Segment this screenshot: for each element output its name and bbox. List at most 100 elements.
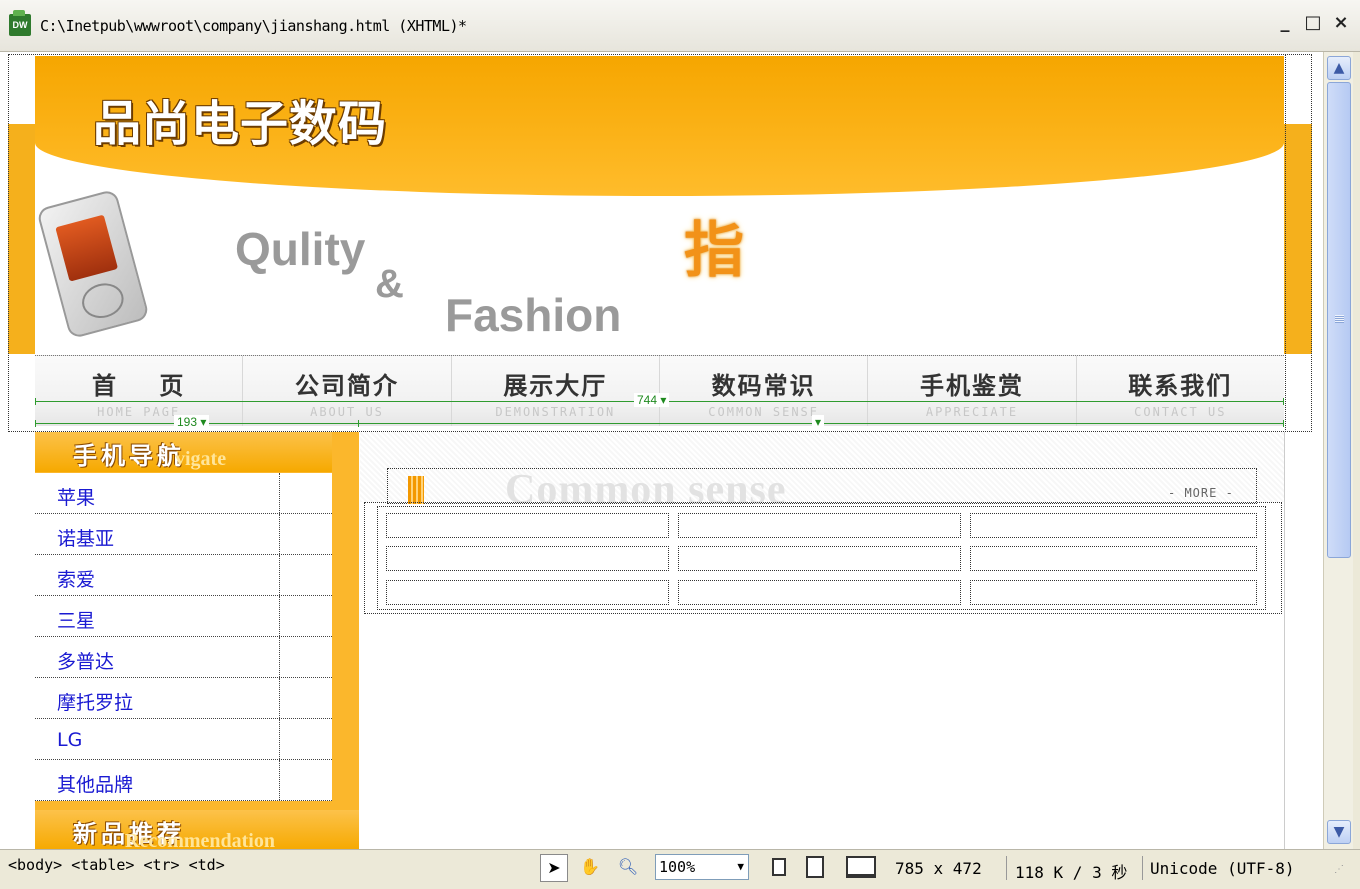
nav-sublabel: DEMONSTRATION: [495, 405, 616, 419]
status-separator: [1006, 856, 1007, 880]
nav-label: 展示大厅: [503, 372, 608, 400]
nav-item-common-sense[interactable]: 数码常识 COMMON SENSE: [660, 356, 869, 426]
list-item: LG: [35, 719, 332, 760]
brand-link-nokia[interactable]: 诺基亚: [57, 524, 114, 551]
site-logo-text: 品尚电子数码: [93, 96, 388, 152]
hand-tool-icon[interactable]: ✋: [576, 854, 604, 882]
slogan-fashion: Fashion: [445, 289, 622, 341]
column-width-guide: [35, 423, 1284, 424]
article-cell[interactable]: [970, 580, 1257, 605]
title-decoration-bars: [408, 476, 424, 504]
list-item: 三星: [35, 596, 332, 637]
table-width-value: 744: [637, 393, 658, 407]
nav-item-demonstration[interactable]: 展示大厅 DEMONSTRATION: [452, 356, 660, 426]
brand-link-lg[interactable]: LG: [57, 729, 82, 751]
small-window-size-icon[interactable]: [772, 858, 786, 876]
download-size-time: 118 K / 3 秒: [1015, 863, 1128, 882]
phone-nav-heading-en: vigate: [175, 448, 227, 470]
banner-accent-character: 指: [684, 216, 744, 286]
resize-grip-icon[interactable]: ⋰: [1334, 864, 1344, 875]
brand-link-other[interactable]: 其他品牌: [57, 770, 133, 797]
zoom-tool-icon[interactable]: 🔍︎: [614, 854, 642, 882]
brand-link-apple[interactable]: 苹果: [57, 483, 95, 510]
phone-nav-heading-cn: 手机导航: [73, 441, 185, 470]
nav-item-about[interactable]: 公司简介 ABOUT US: [243, 356, 452, 426]
monitor-size-icon[interactable]: [846, 856, 876, 878]
guide-tick: [358, 420, 359, 427]
zoom-select[interactable]: 100% ▼: [655, 854, 749, 880]
minimize-button[interactable]: _: [1276, 12, 1294, 34]
column-width-label[interactable]: 193 ▾: [174, 415, 210, 429]
main-nav: 首 页 HOME PAGE 公司简介 ABOUT US 展示大厅 DEMONST…: [35, 355, 1284, 426]
more-link[interactable]: - MORE -: [1168, 486, 1234, 500]
vertical-scrollbar[interactable]: ▲ ▼: [1323, 52, 1353, 849]
guide-tick: [35, 420, 36, 427]
nav-sublabel: COMMON SENSE: [708, 405, 819, 419]
left-column: 手机导航 vigate 苹果 诺基亚 索爱 三星 多普达 摩托罗拉 LG 其他品…: [35, 432, 359, 849]
nav-sublabel: CONTACT US: [1134, 405, 1227, 419]
zoom-value: 100%: [659, 858, 696, 876]
article-cell[interactable]: [678, 513, 961, 538]
slogan-ampersand: &: [375, 262, 404, 306]
brand-link-sony-ericsson[interactable]: 索爱: [57, 565, 95, 592]
tag-selector[interactable]: <body> <table> <tr> <td>: [8, 856, 225, 874]
article-cell[interactable]: [970, 546, 1257, 571]
design-view[interactable]: 品尚电子数码 Qulity & Fashion 指 首 页 HOME PAGE …: [0, 52, 1323, 849]
column-width-menu-icon[interactable]: ▾: [812, 415, 825, 429]
new-products-heading: 新品推荐 Recommendation: [35, 810, 359, 849]
status-separator: [1142, 856, 1143, 880]
maximize-button[interactable]: □: [1304, 12, 1322, 34]
list-item: 摩托罗拉: [35, 678, 332, 719]
table-width-label[interactable]: 744 ▾: [634, 393, 670, 407]
scroll-grip-icon: [1335, 315, 1344, 323]
list-item: 索爱: [35, 555, 332, 596]
dreamweaver-app-icon: DW: [9, 10, 31, 36]
brand-link-samsung[interactable]: 三星: [57, 606, 95, 633]
close-button[interactable]: ×: [1332, 12, 1350, 34]
article-cell[interactable]: [678, 546, 961, 571]
nav-sublabel: APPRECIATE: [925, 405, 1019, 419]
phone-keypad: [78, 278, 128, 323]
select-tool-icon[interactable]: ➤: [540, 854, 568, 882]
window-controls: _ □ ×: [1276, 12, 1350, 34]
nav-label: 联系我们: [1128, 372, 1233, 400]
article-cell[interactable]: [678, 580, 961, 605]
phone-screen: [55, 214, 119, 282]
list-item: 其他品牌: [35, 760, 332, 801]
nav-item-contact[interactable]: 联系我们 CONTACT US: [1077, 356, 1284, 426]
nav-item-appreciate[interactable]: 手机鉴赏 APPRECIATE: [868, 356, 1077, 426]
article-cell[interactable]: [386, 580, 669, 605]
list-item: 多普达: [35, 637, 332, 678]
nav-label: 公司简介: [294, 372, 399, 400]
right-margin-cell: [1285, 54, 1312, 432]
brand-link-dopod[interactable]: 多普达: [57, 647, 114, 674]
scroll-up-icon[interactable]: ▲: [1327, 56, 1351, 80]
phone-nav-heading: 手机导航 vigate: [35, 432, 332, 472]
nav-item-home[interactable]: 首 页 HOME PAGE: [35, 356, 244, 426]
article-cell[interactable]: [386, 546, 669, 571]
document-title-bar: DW C:\Inetpub\wwwroot\company\jianshang.…: [0, 0, 1360, 52]
brand-link-motorola[interactable]: 摩托罗拉: [57, 688, 133, 715]
right-edge-line: [1284, 432, 1285, 849]
nav-sublabel: HOME PAGE: [97, 405, 181, 419]
guide-tick: [1283, 420, 1284, 427]
scroll-thumb[interactable]: [1327, 82, 1351, 558]
column-width-value: 193: [177, 415, 198, 429]
document-title: C:\Inetpub\wwwroot\company\jianshang.htm…: [40, 17, 467, 35]
nav-sublabel: ABOUT US: [310, 405, 384, 419]
guide-tick: [1283, 398, 1284, 405]
article-cell[interactable]: [386, 513, 669, 538]
chevron-down-icon: ▼: [737, 860, 744, 873]
new-products-heading-en: Recommendation: [125, 830, 275, 849]
brand-list: 苹果 诺基亚 索爱 三星 多普达 摩托罗拉 LG 其他品牌: [35, 473, 332, 801]
nav-label: 数码常识: [711, 372, 816, 400]
window-dimensions[interactable]: 785 x 472: [895, 859, 982, 878]
status-bar: <body> <table> <tr> <td> ➤ ✋ 🔍︎ 100% ▼ 7…: [0, 849, 1360, 889]
medium-window-size-icon[interactable]: [806, 856, 824, 878]
encoding-label: Unicode (UTF-8): [1150, 859, 1295, 878]
guide-tick: [35, 398, 36, 405]
scroll-down-icon[interactable]: ▼: [1327, 820, 1351, 844]
article-cell[interactable]: [970, 513, 1257, 538]
list-item: 诺基亚: [35, 514, 332, 555]
slogan-quality: Qulity: [235, 223, 366, 275]
